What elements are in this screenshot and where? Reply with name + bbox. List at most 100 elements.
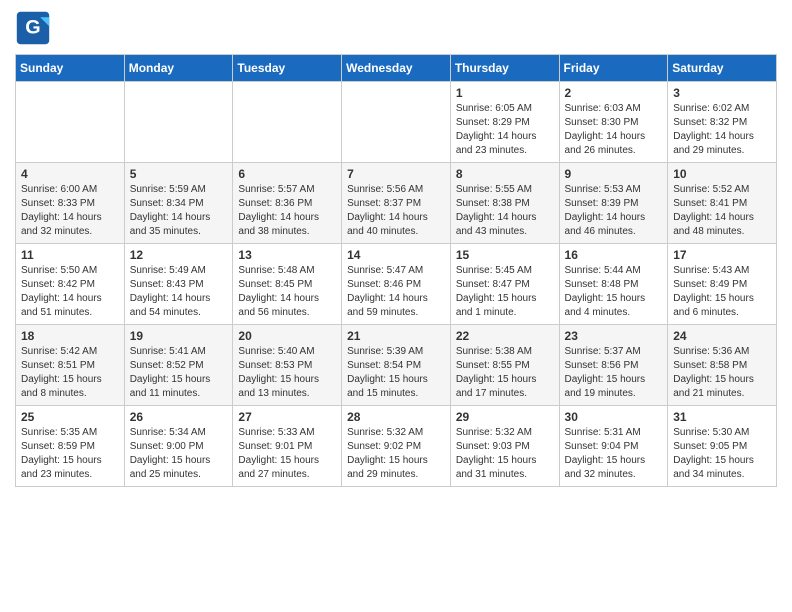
day-info: Sunrise: 5:50 AM Sunset: 8:42 PM Dayligh…: [21, 264, 119, 320]
day-cell: 21 Sunrise: 5:39 AM Sunset: 8:54 PM Dayli…: [342, 325, 451, 406]
day-cell: 17 Sunrise: 5:43 AM Sunset: 8:49 PM Dayli…: [668, 244, 777, 325]
day-number: 18: [21, 329, 119, 343]
day-cell: [233, 82, 342, 163]
logo-icon: G: [15, 10, 51, 46]
day-cell: 7 Sunrise: 5:56 AM Sunset: 8:37 PM Daylig…: [342, 163, 451, 244]
day-info: Sunrise: 5:59 AM Sunset: 8:34 PM Dayligh…: [130, 183, 228, 239]
day-number: 15: [456, 248, 554, 262]
day-info: Sunrise: 6:03 AM Sunset: 8:30 PM Dayligh…: [565, 102, 663, 158]
day-info: Sunrise: 5:56 AM Sunset: 8:37 PM Dayligh…: [347, 183, 445, 239]
day-cell: 29 Sunrise: 5:32 AM Sunset: 9:03 PM Dayli…: [450, 406, 559, 487]
day-number: 5: [130, 167, 228, 181]
day-number: 1: [456, 86, 554, 100]
day-info: Sunrise: 5:38 AM Sunset: 8:55 PM Dayligh…: [456, 345, 554, 401]
day-info: Sunrise: 5:35 AM Sunset: 8:59 PM Dayligh…: [21, 426, 119, 482]
day-info: Sunrise: 5:32 AM Sunset: 9:02 PM Dayligh…: [347, 426, 445, 482]
day-cell: 11 Sunrise: 5:50 AM Sunset: 8:42 PM Dayli…: [16, 244, 125, 325]
header-cell-sunday: Sunday: [16, 55, 125, 82]
day-cell: 24Sunrise: 5:36 AM Sunset: 8:58 PM Dayli…: [668, 325, 777, 406]
day-cell: 25 Sunrise: 5:35 AM Sunset: 8:59 PM Dayli…: [16, 406, 125, 487]
header-cell-wednesday: Wednesday: [342, 55, 451, 82]
day-number: 31: [673, 410, 771, 424]
day-cell: [16, 82, 125, 163]
day-info: Sunrise: 5:42 AM Sunset: 8:51 PM Dayligh…: [21, 345, 119, 401]
header-cell-saturday: Saturday: [668, 55, 777, 82]
day-number: 7: [347, 167, 445, 181]
day-info: Sunrise: 5:55 AM Sunset: 8:38 PM Dayligh…: [456, 183, 554, 239]
header-cell-friday: Friday: [559, 55, 668, 82]
day-number: 14: [347, 248, 445, 262]
day-number: 6: [238, 167, 336, 181]
day-cell: 15 Sunrise: 5:45 AM Sunset: 8:47 PM Dayli…: [450, 244, 559, 325]
header: G: [15, 10, 777, 46]
day-cell: 5 Sunrise: 5:59 AM Sunset: 8:34 PM Daylig…: [124, 163, 233, 244]
day-number: 8: [456, 167, 554, 181]
day-cell: 19 Sunrise: 5:41 AM Sunset: 8:52 PM Dayli…: [124, 325, 233, 406]
day-info: Sunrise: 5:52 AM Sunset: 8:41 PM Dayligh…: [673, 183, 771, 239]
day-info: Sunrise: 5:31 AM Sunset: 9:04 PM Dayligh…: [565, 426, 663, 482]
day-cell: 23 Sunrise: 5:37 AM Sunset: 8:56 PM Dayli…: [559, 325, 668, 406]
day-info: Sunrise: 5:34 AM Sunset: 9:00 PM Dayligh…: [130, 426, 228, 482]
day-cell: 22 Sunrise: 5:38 AM Sunset: 8:55 PM Dayli…: [450, 325, 559, 406]
svg-text:G: G: [25, 16, 40, 38]
day-cell: 1Sunrise: 6:05 AM Sunset: 8:29 PM Daylig…: [450, 82, 559, 163]
day-cell: 2 Sunrise: 6:03 AM Sunset: 8:30 PM Daylig…: [559, 82, 668, 163]
day-number: 25: [21, 410, 119, 424]
day-info: Sunrise: 5:37 AM Sunset: 8:56 PM Dayligh…: [565, 345, 663, 401]
day-number: 21: [347, 329, 445, 343]
day-number: 4: [21, 167, 119, 181]
day-number: 2: [565, 86, 663, 100]
day-number: 11: [21, 248, 119, 262]
day-number: 10: [673, 167, 771, 181]
calendar-table: SundayMondayTuesdayWednesdayThursdayFrid…: [15, 54, 777, 487]
day-cell: 20Sunrise: 5:40 AM Sunset: 8:53 PM Dayli…: [233, 325, 342, 406]
day-info: Sunrise: 5:48 AM Sunset: 8:45 PM Dayligh…: [238, 264, 336, 320]
week-row-4: 18 Sunrise: 5:42 AM Sunset: 8:51 PM Dayli…: [16, 325, 777, 406]
day-number: 30: [565, 410, 663, 424]
day-number: 27: [238, 410, 336, 424]
day-number: 19: [130, 329, 228, 343]
day-info: Sunrise: 5:41 AM Sunset: 8:52 PM Dayligh…: [130, 345, 228, 401]
day-info: Sunrise: 5:49 AM Sunset: 8:43 PM Dayligh…: [130, 264, 228, 320]
day-number: 16: [565, 248, 663, 262]
day-cell: 4Sunrise: 6:00 AM Sunset: 8:33 PM Daylig…: [16, 163, 125, 244]
day-number: 22: [456, 329, 554, 343]
day-cell: 28 Sunrise: 5:32 AM Sunset: 9:02 PM Dayli…: [342, 406, 451, 487]
day-cell: 31 Sunrise: 5:30 AM Sunset: 9:05 PM Dayli…: [668, 406, 777, 487]
day-info: Sunrise: 5:39 AM Sunset: 8:54 PM Dayligh…: [347, 345, 445, 401]
day-number: 23: [565, 329, 663, 343]
day-cell: 12Sunrise: 5:49 AM Sunset: 8:43 PM Dayli…: [124, 244, 233, 325]
day-cell: 3Sunrise: 6:02 AM Sunset: 8:32 PM Daylig…: [668, 82, 777, 163]
day-info: Sunrise: 5:40 AM Sunset: 8:53 PM Dayligh…: [238, 345, 336, 401]
day-info: Sunrise: 5:44 AM Sunset: 8:48 PM Dayligh…: [565, 264, 663, 320]
week-row-1: 1Sunrise: 6:05 AM Sunset: 8:29 PM Daylig…: [16, 82, 777, 163]
header-row: SundayMondayTuesdayWednesdayThursdayFrid…: [16, 55, 777, 82]
day-number: 28: [347, 410, 445, 424]
week-row-5: 25 Sunrise: 5:35 AM Sunset: 8:59 PM Dayli…: [16, 406, 777, 487]
day-number: 26: [130, 410, 228, 424]
calendar-container: G SundayMondayTuesdayWednesdayThursdayFr…: [0, 0, 792, 497]
day-cell: [342, 82, 451, 163]
day-cell: 6 Sunrise: 5:57 AM Sunset: 8:36 PM Daylig…: [233, 163, 342, 244]
day-number: 9: [565, 167, 663, 181]
day-info: Sunrise: 5:43 AM Sunset: 8:49 PM Dayligh…: [673, 264, 771, 320]
day-cell: 8 Sunrise: 5:55 AM Sunset: 8:38 PM Daylig…: [450, 163, 559, 244]
day-cell: 9Sunrise: 5:53 AM Sunset: 8:39 PM Daylig…: [559, 163, 668, 244]
day-number: 17: [673, 248, 771, 262]
day-cell: [124, 82, 233, 163]
day-cell: 14Sunrise: 5:47 AM Sunset: 8:46 PM Dayli…: [342, 244, 451, 325]
day-number: 29: [456, 410, 554, 424]
day-info: Sunrise: 6:02 AM Sunset: 8:32 PM Dayligh…: [673, 102, 771, 158]
day-info: Sunrise: 5:33 AM Sunset: 9:01 PM Dayligh…: [238, 426, 336, 482]
day-info: Sunrise: 5:30 AM Sunset: 9:05 PM Dayligh…: [673, 426, 771, 482]
header-cell-tuesday: Tuesday: [233, 55, 342, 82]
day-info: Sunrise: 5:57 AM Sunset: 8:36 PM Dayligh…: [238, 183, 336, 239]
day-cell: 13 Sunrise: 5:48 AM Sunset: 8:45 PM Dayli…: [233, 244, 342, 325]
logo: G: [15, 10, 55, 46]
day-info: Sunrise: 5:45 AM Sunset: 8:47 PM Dayligh…: [456, 264, 554, 320]
day-info: Sunrise: 5:32 AM Sunset: 9:03 PM Dayligh…: [456, 426, 554, 482]
header-cell-thursday: Thursday: [450, 55, 559, 82]
day-cell: 27 Sunrise: 5:33 AM Sunset: 9:01 PM Dayli…: [233, 406, 342, 487]
day-cell: 18 Sunrise: 5:42 AM Sunset: 8:51 PM Dayli…: [16, 325, 125, 406]
day-number: 13: [238, 248, 336, 262]
